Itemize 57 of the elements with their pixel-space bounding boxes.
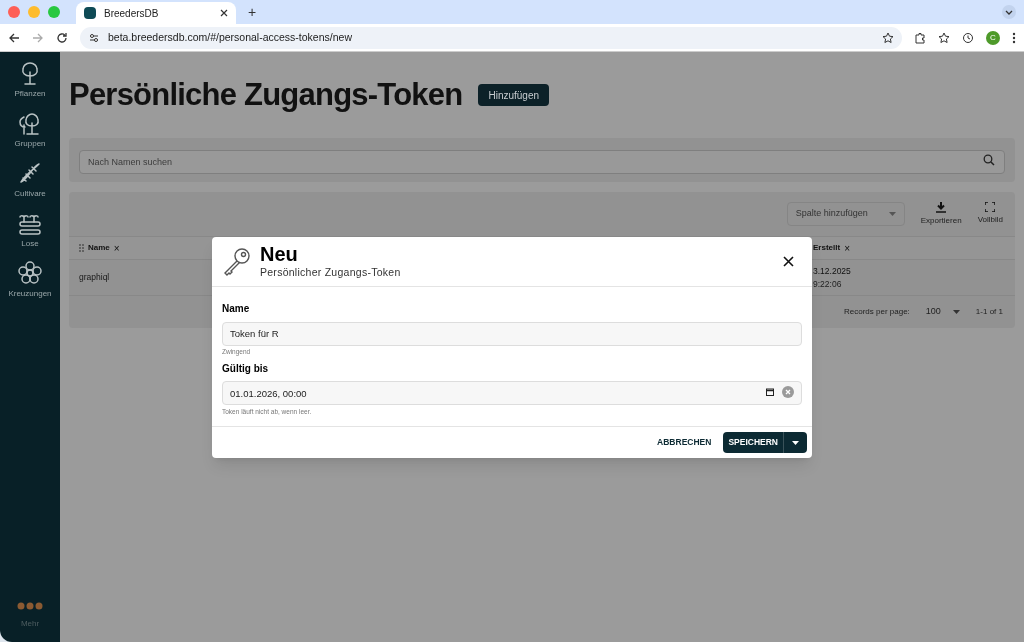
new-tab-button[interactable]: + bbox=[244, 1, 261, 23]
drag-handle-icon[interactable] bbox=[79, 244, 84, 252]
records-per-page-select[interactable]: 100 bbox=[925, 305, 960, 319]
dna-icon bbox=[17, 160, 43, 186]
dialog-title: Neu bbox=[260, 242, 299, 265]
table-cell: 9:22:06 bbox=[813, 277, 842, 291]
pagination-range: 1-1 of 1 bbox=[975, 306, 1003, 318]
download-icon bbox=[936, 201, 947, 213]
dots-icon bbox=[17, 602, 43, 610]
calendar-icon[interactable] bbox=[766, 387, 774, 396]
flower-icon bbox=[17, 260, 43, 286]
key-icon bbox=[222, 246, 252, 277]
back-icon[interactable] bbox=[8, 31, 20, 44]
bookmark-star-icon[interactable] bbox=[882, 31, 894, 44]
clear-icon[interactable] bbox=[782, 385, 794, 398]
table-cell: 3.12.2025 bbox=[813, 264, 851, 278]
chevron-down-icon[interactable] bbox=[1002, 5, 1016, 19]
input-field[interactable]: Token für R bbox=[222, 321, 802, 346]
column-header: Name bbox=[88, 242, 110, 254]
page-title: Persönliche Zugangs-Token bbox=[69, 75, 463, 114]
nav-item[interactable]: Gruppen bbox=[0, 110, 60, 160]
add-button[interactable]: Hinzufügen bbox=[478, 84, 550, 106]
profile-avatar[interactable]: C bbox=[986, 30, 1000, 45]
site-icon bbox=[84, 7, 96, 19]
export-button[interactable]: Exportieren bbox=[920, 201, 962, 227]
close-icon[interactable] bbox=[783, 256, 794, 267]
close-icon[interactable] bbox=[220, 9, 228, 17]
history-icon[interactable] bbox=[962, 31, 974, 44]
date-time-field[interactable]: 01.01.2026, 00:00 bbox=[222, 381, 802, 406]
cancel-button[interactable]: ABBRECHEN bbox=[653, 432, 716, 453]
field-label: Gültig bis bbox=[222, 361, 270, 376]
caret-icon bbox=[888, 212, 896, 216]
field-label: Name bbox=[222, 302, 251, 316]
fullscreen-button[interactable]: Vollbild bbox=[977, 202, 1003, 226]
column-header: Erstellt bbox=[813, 242, 841, 254]
remove-column-button[interactable]: × bbox=[844, 240, 850, 256]
records-per-page-label: Records per page: bbox=[844, 306, 910, 318]
browser-tab[interactable]: BreedersDB bbox=[76, 2, 236, 24]
dialog-subtitle: Persönlicher Zugangs-Token bbox=[260, 264, 402, 280]
more-icon[interactable] bbox=[1012, 31, 1016, 44]
table-cell: graphiql bbox=[79, 271, 110, 284]
bookmarks-icon[interactable] bbox=[938, 31, 950, 44]
site-settings-icon[interactable] bbox=[88, 31, 100, 44]
nav-item[interactable]: Lose bbox=[0, 210, 60, 260]
nav-item[interactable]: Kreuzungen bbox=[0, 260, 60, 310]
reload-icon[interactable] bbox=[56, 31, 68, 44]
extensions-icon[interactable] bbox=[914, 31, 926, 44]
nav-item[interactable]: Pflanzen bbox=[0, 60, 60, 110]
caret-icon bbox=[792, 440, 799, 445]
remove-column-button[interactable]: × bbox=[113, 240, 120, 256]
nav-item[interactable]: Cultivare bbox=[0, 160, 60, 210]
address-field[interactable]: beta.breedersdb.com/#/personal-access-tokens/new bbox=[80, 26, 902, 49]
search-field[interactable]: Nach Namen suchen bbox=[79, 150, 1005, 174]
caret-icon bbox=[952, 310, 960, 314]
search-icon[interactable] bbox=[983, 154, 995, 166]
fullscreen-icon bbox=[985, 202, 996, 212]
column-select[interactable]: Spalte hinzufügen bbox=[786, 202, 905, 226]
